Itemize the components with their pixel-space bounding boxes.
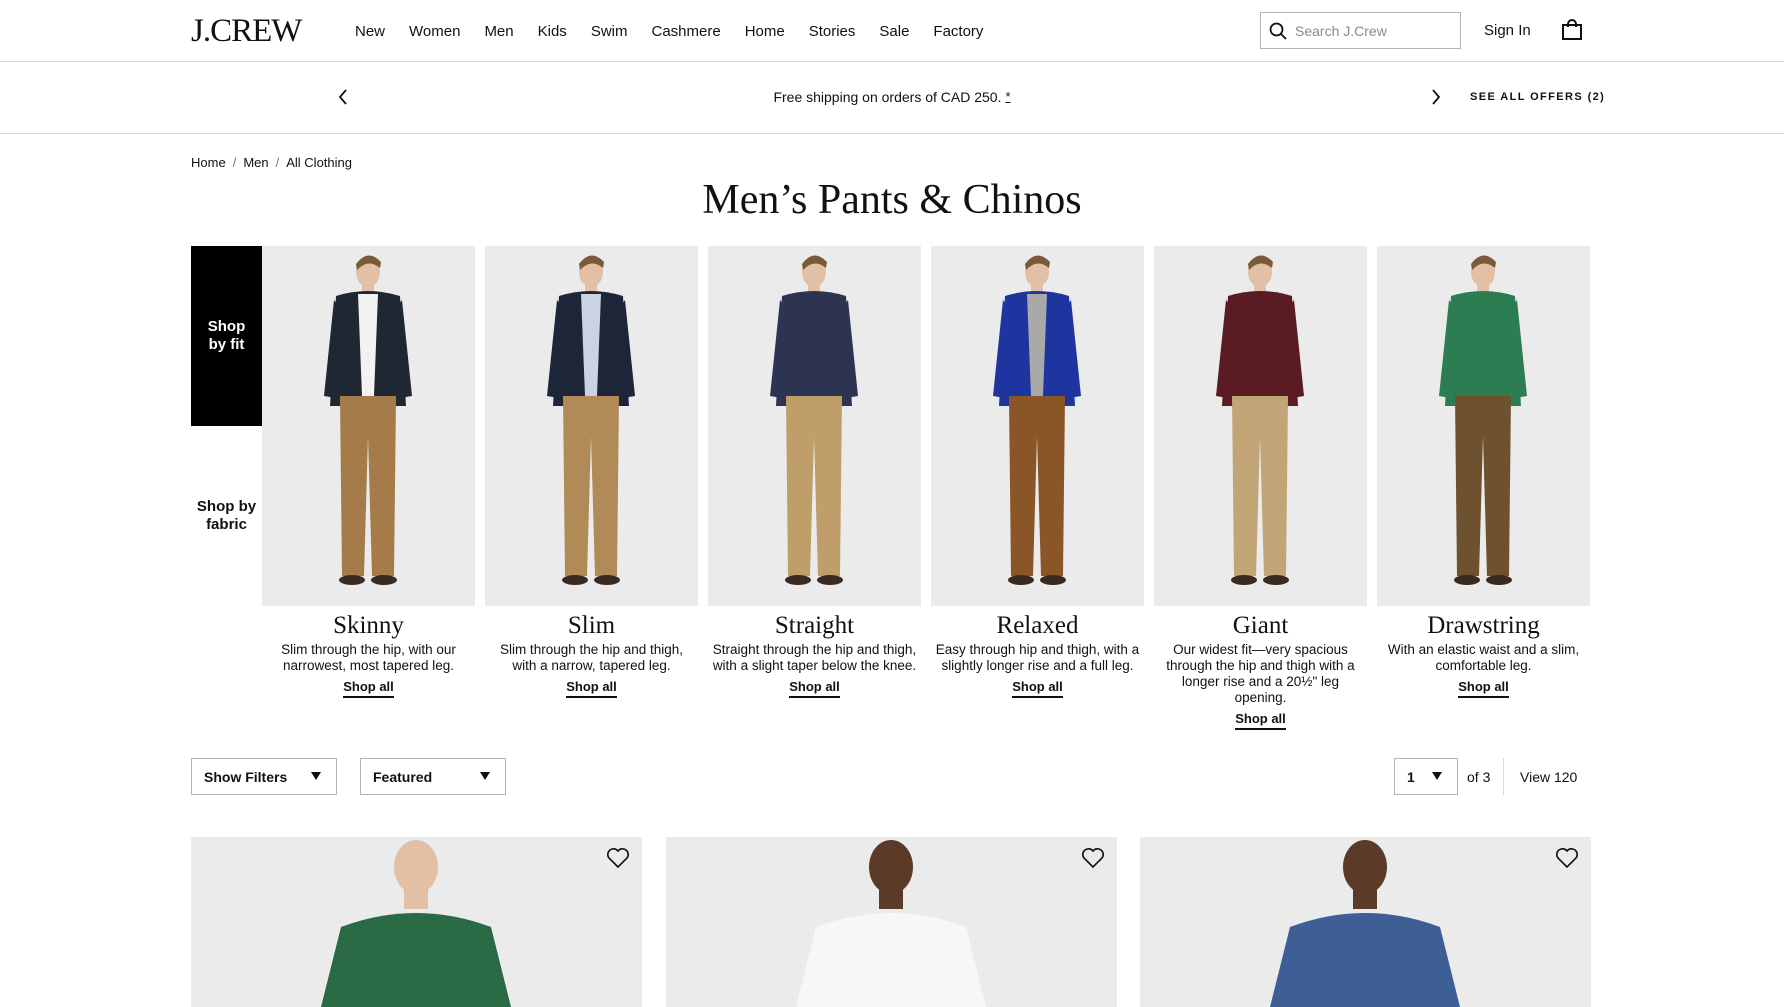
caret-down-icon [311, 772, 321, 780]
wishlist-heart-icon[interactable] [606, 847, 630, 874]
wishlist-heart-icon[interactable] [1555, 847, 1579, 874]
page-select[interactable]: 1 [1394, 758, 1458, 795]
nav-men[interactable]: Men [484, 23, 513, 40]
page-count: of 3 [1467, 769, 1491, 785]
fit-card[interactable]: Drawstring With an elastic waist and a sl… [1377, 246, 1590, 698]
fit-photo[interactable] [262, 246, 475, 606]
page-title: Men’s Pants & Chinos [702, 177, 1082, 223]
shop-all-link[interactable]: Shop all [1235, 711, 1286, 730]
product-card[interactable] [1140, 837, 1591, 1007]
tab-shop-by-fit[interactable]: Shop by fit [191, 246, 262, 426]
fit-name[interactable]: Relaxed [931, 612, 1144, 640]
shop-all-link[interactable]: Shop all [1012, 679, 1063, 698]
sort-dropdown[interactable]: Featured [360, 758, 506, 795]
sort-label: Featured [373, 768, 433, 785]
fit-card[interactable]: Slim Slim through the hip and thigh, with… [485, 246, 698, 698]
breadcrumb-men[interactable]: Men [243, 155, 268, 170]
fit-photo[interactable] [1377, 246, 1590, 606]
fit-card[interactable]: Skinny Slim through the hip, with our nar… [262, 246, 475, 698]
show-filters-dropdown[interactable]: Show Filters [191, 758, 337, 795]
show-filters-label: Show Filters [204, 768, 288, 785]
see-all-offers-link[interactable]: SEE ALL OFFERS (2) [1470, 91, 1605, 103]
promo-text: Free shipping on orders of CAD 250. [773, 89, 1002, 105]
promo-asterisk-link[interactable]: * [1005, 89, 1010, 104]
fit-description: With an elastic waist and a slim, comfor… [1387, 642, 1580, 673]
shop-all-link[interactable]: Shop all [1458, 679, 1509, 698]
shop-all-link[interactable]: Shop all [343, 679, 394, 698]
search-box[interactable] [1260, 12, 1461, 49]
shop-all-link[interactable]: Shop all [789, 679, 840, 698]
product-card[interactable] [666, 837, 1117, 1007]
tab-label: Shop by fabric [196, 498, 257, 533]
nav-new[interactable]: New [355, 23, 385, 40]
jcrew-logo[interactable]: J.CREW [191, 13, 302, 50]
toolbar-divider [1503, 758, 1504, 795]
fit-description: Straight through the hip and thigh, with… [712, 642, 917, 673]
model-figure [770, 255, 858, 585]
view-all-link[interactable]: View 120 [1520, 769, 1577, 785]
fit-name[interactable]: Slim [485, 612, 698, 640]
fit-name[interactable]: Skinny [262, 612, 475, 640]
model-figure [1216, 255, 1304, 585]
sign-in-link[interactable]: Sign In [1484, 22, 1531, 39]
nav-women[interactable]: Women [409, 23, 460, 40]
shopping-bag-icon[interactable] [1561, 19, 1583, 46]
site-header: J.CREW New Women Men Kids Swim Cashmere … [0, 0, 1784, 62]
model-figure [993, 255, 1081, 585]
model-figure [547, 255, 635, 585]
search-icon [1269, 22, 1287, 40]
fit-photo[interactable] [485, 246, 698, 606]
breadcrumb: Home / Men / All Clothing [191, 155, 352, 170]
fit-description: Slim through the hip, with our narrowest… [281, 642, 456, 673]
product-photo[interactable] [666, 837, 1117, 1007]
shop-all-link[interactable]: Shop all [566, 679, 617, 698]
search-input[interactable] [1295, 22, 1445, 39]
fit-name[interactable]: Straight [708, 612, 921, 640]
breadcrumb-separator: / [275, 155, 280, 170]
fit-description: Easy through hip and thigh, with a sligh… [935, 642, 1140, 673]
fit-name[interactable]: Giant [1154, 612, 1367, 640]
fit-description: Our widest fit—very spacious through the… [1166, 642, 1355, 705]
breadcrumb-all-clothing[interactable]: All Clothing [286, 155, 352, 170]
nav-stories[interactable]: Stories [809, 23, 856, 40]
page-select-value: 1 [1407, 768, 1415, 785]
product-card[interactable] [191, 837, 642, 1007]
nav-kids[interactable]: Kids [538, 23, 567, 40]
nav-cashmere[interactable]: Cashmere [651, 23, 720, 40]
breadcrumb-separator: / [232, 155, 237, 170]
caret-down-icon [1432, 772, 1442, 780]
nav-sale[interactable]: Sale [879, 23, 909, 40]
breadcrumb-home[interactable]: Home [191, 155, 226, 170]
fit-card[interactable]: Giant Our widest fit—very spacious throug… [1154, 246, 1367, 730]
tab-shop-by-fabric[interactable]: Shop by fabric [191, 490, 262, 542]
model-figure [324, 255, 412, 585]
promo-banner: Free shipping on orders of CAD 250. * SEE… [0, 62, 1784, 134]
tab-label: Shop by fit [207, 318, 246, 353]
wishlist-heart-icon[interactable] [1081, 847, 1105, 874]
product-photo[interactable] [191, 837, 642, 1007]
fit-card[interactable]: Straight Straight through the hip and thi… [708, 246, 921, 698]
main-nav: New Women Men Kids Swim Cashmere Home St… [355, 0, 1007, 62]
product-photo[interactable] [1140, 837, 1591, 1007]
fit-photo[interactable] [708, 246, 921, 606]
nav-swim[interactable]: Swim [591, 23, 628, 40]
fit-description: Slim through the hip and thigh, with a n… [499, 642, 684, 673]
chevron-right-icon[interactable] [1430, 88, 1442, 111]
fit-name[interactable]: Drawstring [1377, 612, 1590, 640]
fit-card[interactable]: Relaxed Easy through hip and thigh, with … [931, 246, 1144, 698]
model-figure [1439, 255, 1527, 585]
fit-photo[interactable] [931, 246, 1144, 606]
nav-home[interactable]: Home [745, 23, 785, 40]
caret-down-icon [480, 772, 490, 780]
nav-factory[interactable]: Factory [933, 23, 983, 40]
fit-photo[interactable] [1154, 246, 1367, 606]
